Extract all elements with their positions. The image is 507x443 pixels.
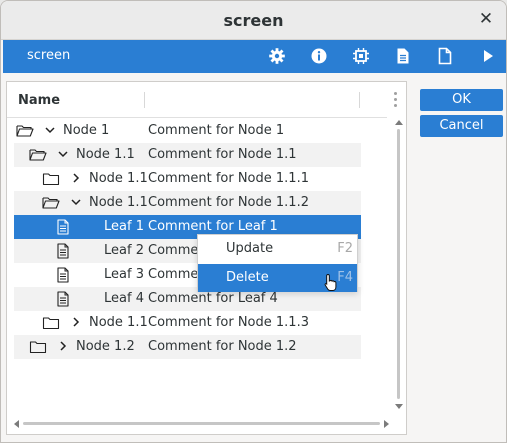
tree-node-row[interactable]: Node 1.2 Comment for Node 1.2 xyxy=(14,335,361,359)
tree-item-comment: Comment for Node 1 xyxy=(148,123,285,138)
chevron-down-icon[interactable] xyxy=(44,124,56,136)
document-icon xyxy=(54,267,72,283)
tree-item-name: Leaf 3 xyxy=(104,267,144,282)
window-title: screen xyxy=(223,11,284,30)
folder-icon xyxy=(42,171,60,187)
scroll-track[interactable] xyxy=(23,422,380,425)
tree-item-name: Node 1.1 xyxy=(76,147,135,162)
chevron-down-icon[interactable] xyxy=(57,148,69,160)
chip-icon[interactable] xyxy=(352,47,370,65)
menu-item-shortcut: F4 xyxy=(337,270,353,285)
tree-node-row[interactable]: Node 1.1 Comment for Node 1.1.3 xyxy=(14,311,361,335)
column-header-name[interactable]: Name xyxy=(18,93,60,108)
tree-item-comment: Comment for Leaf 4 xyxy=(148,291,278,306)
scroll-track[interactable] xyxy=(397,129,400,399)
menu-item-shortcut: F2 xyxy=(337,241,353,256)
tree-item-comment: Comment for Leaf 1 xyxy=(148,219,278,234)
tree-node-row[interactable]: Node 1 Comment for Node 1 xyxy=(14,119,361,143)
scroll-left-icon[interactable] xyxy=(14,420,19,428)
scroll-up-icon[interactable] xyxy=(395,120,403,125)
info-icon[interactable] xyxy=(310,47,328,65)
document-icon xyxy=(54,219,72,235)
document-icon[interactable] xyxy=(394,47,412,65)
vertical-scrollbar[interactable] xyxy=(392,119,406,415)
tree-item-name: Leaf 4 xyxy=(104,291,144,306)
tree-item-name: Node 1.1 xyxy=(89,171,148,186)
gear-icon[interactable] xyxy=(268,47,286,65)
tree-item-name: Node 1 xyxy=(63,123,110,138)
title-bar: screen ✕ xyxy=(1,1,506,40)
scroll-down-icon[interactable] xyxy=(395,404,403,409)
tree-item-comment: Comment for Node 1.1 xyxy=(148,147,297,162)
chevron-right-icon[interactable] xyxy=(70,172,82,184)
tree-item-name: Node 1.2 xyxy=(76,339,135,354)
menu-item-update[interactable]: Update F2 xyxy=(198,235,357,263)
document-icon xyxy=(54,243,72,259)
tree-item-name: Leaf 2 xyxy=(104,243,144,258)
chevron-right-icon[interactable] xyxy=(70,316,82,328)
toolbar-label: screen xyxy=(27,48,71,63)
cancel-button[interactable]: Cancel xyxy=(420,115,503,137)
tree-node-row[interactable]: Node 1.1 Comment for Node 1.1.2 xyxy=(14,191,361,215)
ok-button[interactable]: OK xyxy=(420,89,503,111)
menu-item-label: Update xyxy=(226,241,274,256)
menu-item-label: Delete xyxy=(226,270,269,285)
dialog-window: screen ✕ screen Name Node 1 Comment for … xyxy=(0,0,507,443)
close-icon[interactable]: ✕ xyxy=(477,10,495,28)
chevron-down-icon[interactable] xyxy=(70,196,82,208)
folder-open-icon xyxy=(42,195,60,211)
tree-node-row[interactable]: Node 1.1 Comment for Node 1.1 xyxy=(14,143,361,167)
scroll-right-icon[interactable] xyxy=(384,420,389,428)
tree-item-comment: Comment for Node 1.1.3 xyxy=(148,315,309,330)
tree-item-name: Node 1.1 xyxy=(89,315,148,330)
document-icon xyxy=(54,291,72,307)
column-menu-icon[interactable] xyxy=(392,92,398,108)
tree-item-comment: Comment for Node 1.1.1 xyxy=(148,171,309,186)
file-icon[interactable] xyxy=(436,47,454,65)
folder-open-icon xyxy=(29,147,47,163)
table-header: Name xyxy=(7,82,406,118)
tree-item-name: Leaf 1 xyxy=(104,219,144,234)
toolbar: screen xyxy=(3,40,506,73)
tree-item-comment: Comment for Node 1.1.2 xyxy=(148,195,309,210)
column-separator[interactable] xyxy=(359,92,360,108)
column-separator[interactable] xyxy=(144,92,145,108)
play-icon[interactable] xyxy=(479,47,497,65)
horizontal-scrollbar[interactable] xyxy=(14,418,389,430)
header-divider xyxy=(7,117,387,118)
tree-item-comment: Comment for Node 1.2 xyxy=(148,339,297,354)
folder-icon xyxy=(42,315,60,331)
folder-open-icon xyxy=(16,123,34,139)
chevron-right-icon[interactable] xyxy=(57,340,69,352)
tree-item-name: Node 1.1 xyxy=(89,195,148,210)
tree-node-row[interactable]: Node 1.1 Comment for Node 1.1.1 xyxy=(14,167,361,191)
hand-pointer-cursor-icon xyxy=(323,273,339,291)
folder-icon xyxy=(29,339,47,355)
